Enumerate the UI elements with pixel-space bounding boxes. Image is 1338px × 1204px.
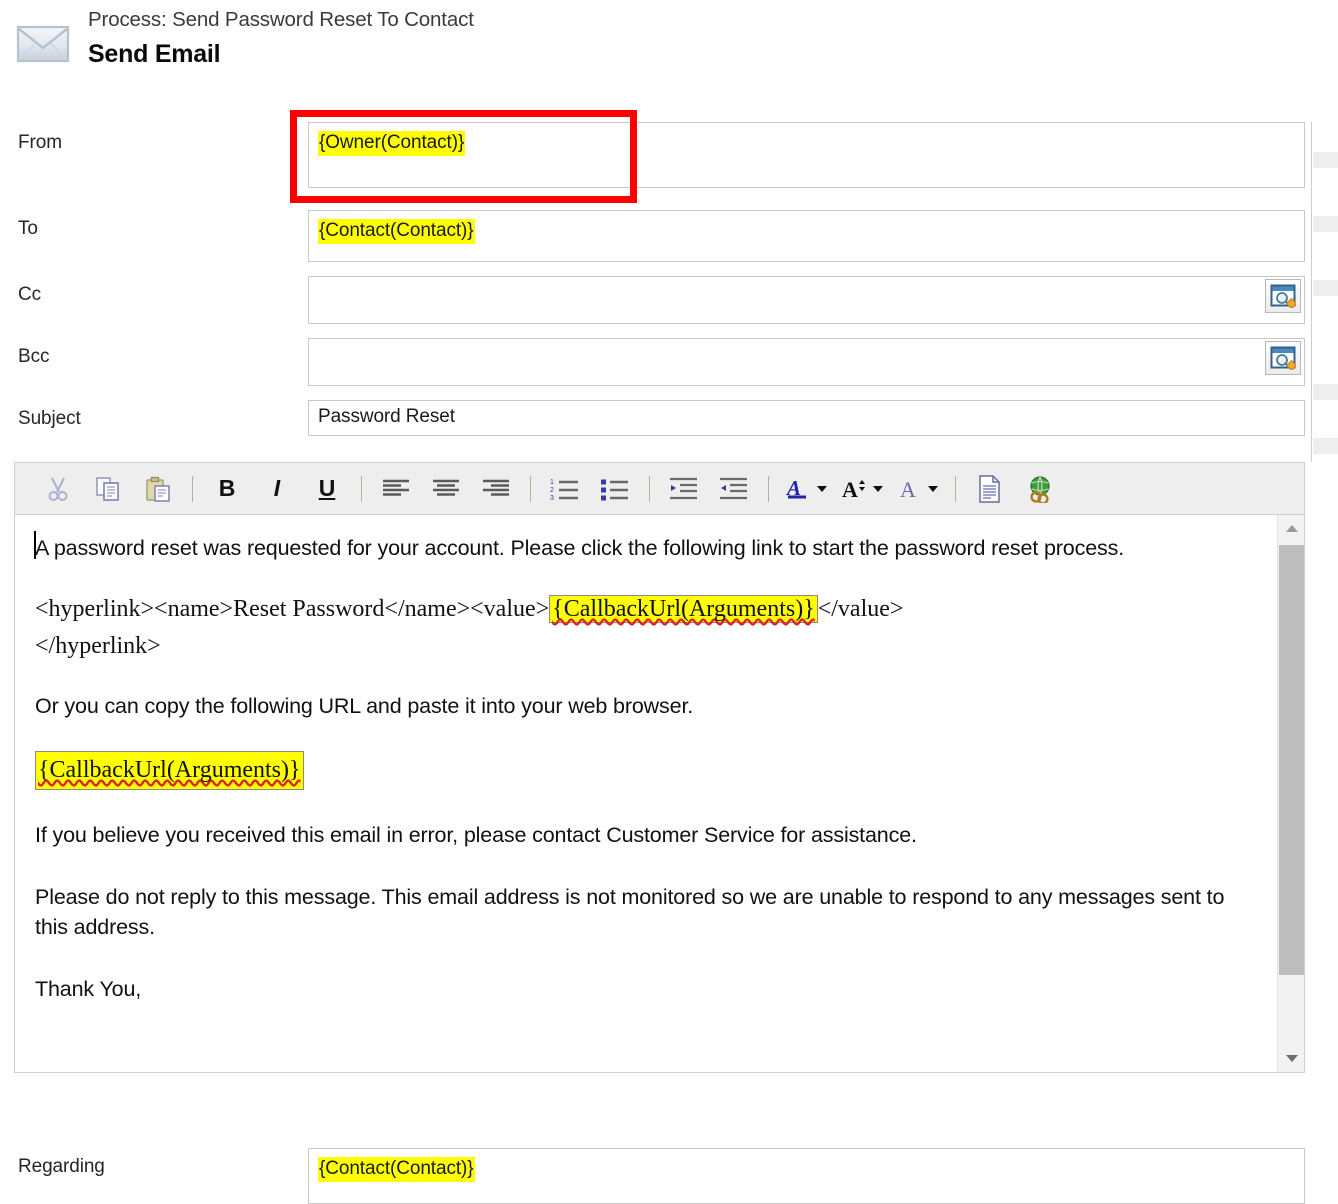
font-size-icon[interactable]: A [834,467,890,511]
process-label: Process: Send Password Reset To Contact [88,8,474,31]
from-field[interactable]: {Owner(Contact)} [308,122,1305,188]
body-paragraph-5: Thank You, [35,977,142,1001]
bold-button[interactable]: B [202,467,252,511]
hyperlink-before: <hyperlink><name>Reset Password</name><v… [35,596,550,622]
toolbar-separator [955,475,956,502]
body-paragraph-2: Or you can copy the following URL and pa… [35,694,694,718]
svg-text:3: 3 [550,495,554,501]
body-url-line: {CallbackUrl(Arguments)} [35,751,1262,790]
from-field-value: {Owner(Contact)} [318,131,466,156]
text-caret [34,531,36,559]
decrease-indent-icon[interactable] [709,467,759,511]
regarding-field[interactable]: {Contact(Contact)} [308,1148,1305,1204]
underline-button[interactable]: U [302,467,352,511]
paste-icon[interactable] [133,467,183,511]
svg-text:2: 2 [550,487,554,494]
insert-hyperlink-icon[interactable] [1015,467,1065,511]
chevron-down-icon [816,485,827,492]
underline-label: U [318,475,336,501]
to-field-value: {Contact(Contact)} [318,219,475,244]
bold-label: B [218,475,236,501]
toolbar-separator [192,475,193,502]
lookup-icon [1270,346,1296,370]
italic-label: I [273,475,281,501]
envelope-icon [14,18,72,70]
italic-button[interactable]: I [252,467,302,511]
bcc-field[interactable] [308,338,1305,386]
svg-text:1: 1 [550,479,554,486]
font-name-icon[interactable]: A [890,467,946,511]
toolbar-separator [361,475,362,502]
field-label-cc: Cc [18,284,42,305]
email-body-content[interactable]: A password reset was requested for your … [15,515,1276,1072]
insert-template-icon[interactable] [965,467,1015,511]
callback-url-token-inline: {CallbackUrl(Arguments)} [549,595,818,623]
field-label-to: To [18,218,38,239]
body-paragraph-3: If you believe you received this email i… [35,823,917,847]
scrollbar-thumb[interactable] [1279,545,1304,975]
numbered-list-icon[interactable]: 1 2 3 [540,467,590,511]
editor-vertical-scrollbar[interactable] [1277,515,1304,1072]
bcc-lookup-button[interactable] [1265,341,1301,375]
bulleted-list-icon[interactable] [590,467,640,511]
lookup-icon [1270,284,1296,308]
scroll-up-arrow[interactable] [1278,515,1304,542]
callback-url-token-block: {CallbackUrl(Arguments)} [35,751,304,790]
align-center-icon[interactable] [421,467,471,511]
cut-icon[interactable] [33,467,83,511]
increase-indent-icon[interactable] [659,467,709,511]
subject-field-value: Password Reset [318,406,455,427]
svg-text:A: A [842,477,858,502]
font-color-icon[interactable]: A [778,467,834,511]
chevron-down-icon [872,485,883,492]
toolbar-separator [649,475,650,502]
right-panel-edge [1311,122,1338,462]
form-header: Process: Send Password Reset To Contact … [0,0,1338,98]
toolbar-separator [530,475,531,502]
svg-text:A: A [900,477,916,502]
toolbar-separator [768,475,769,502]
hyperlink-closing: </hyperlink> [35,633,161,659]
subject-field[interactable]: Password Reset [308,400,1305,436]
email-body-editor[interactable]: A password reset was requested for your … [14,514,1305,1073]
body-paragraph-4: Please do not reply to this message. Thi… [35,885,1225,939]
hyperlink-after: </value> [817,596,904,622]
scroll-down-arrow[interactable] [1278,1045,1304,1072]
body-paragraph-1: A password reset was requested for your … [35,536,1125,560]
field-label-bcc: Bcc [18,346,50,367]
align-left-icon[interactable] [371,467,421,511]
field-label-regarding: Regarding [18,1156,105,1177]
align-right-icon[interactable] [471,467,521,511]
body-hyperlink-line: <hyperlink><name>Reset Password</name><v… [35,591,1262,665]
regarding-field-value: {Contact(Contact)} [318,1157,475,1182]
field-label-subject: Subject [18,408,81,429]
cc-lookup-button[interactable] [1265,279,1301,313]
chevron-down-icon [927,485,938,492]
rich-text-toolbar: B I U 1 2 3 A A A [14,462,1305,514]
cc-field[interactable] [308,276,1305,324]
field-label-from: From [18,132,62,153]
copy-icon[interactable] [83,467,133,511]
page-title: Send Email [88,40,221,68]
header-text-group: Process: Send Password Reset To Contact … [88,6,474,71]
to-field[interactable]: {Contact(Contact)} [308,210,1305,262]
